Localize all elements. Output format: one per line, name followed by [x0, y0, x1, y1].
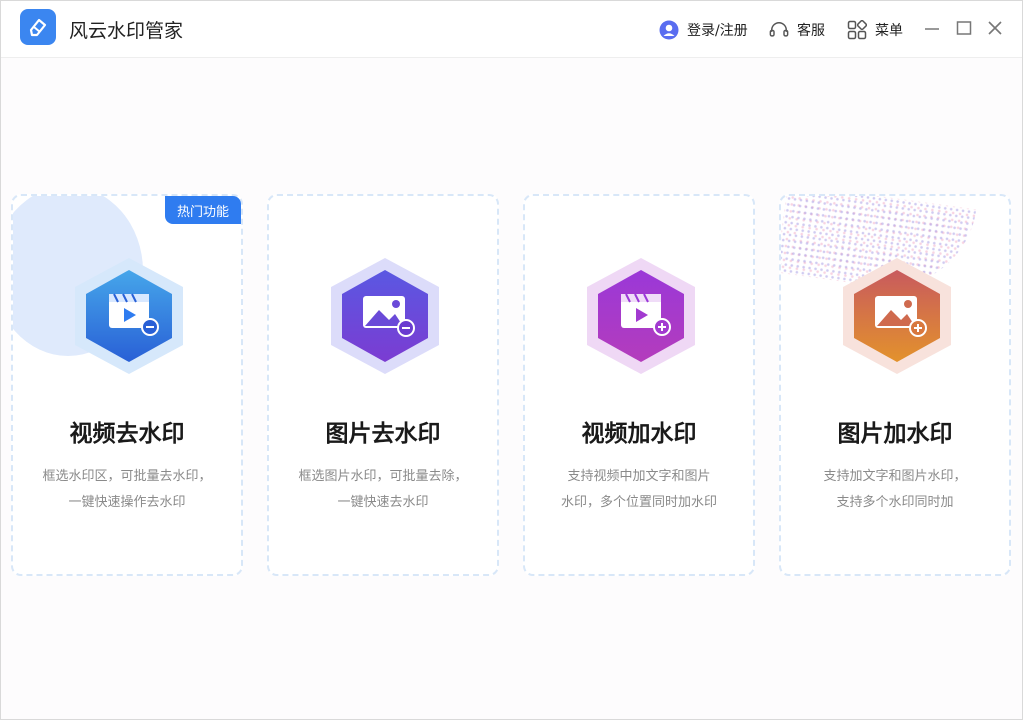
menu-button[interactable]: 菜单	[847, 18, 903, 42]
hot-feature-badge: 热门功能	[165, 196, 241, 224]
card-video-remove-watermark[interactable]: 热门功能 视频去水印 框选水印区，可批量去水印， 一键快速操作去水印	[11, 194, 243, 576]
app-title: 风云水印管家	[69, 20, 184, 42]
maximize-button[interactable]	[955, 19, 973, 37]
login-register-button[interactable]: 登录/注册	[659, 18, 748, 42]
card-title: 视频去水印	[69, 421, 185, 447]
card-video-add-watermark[interactable]: 视频加水印 支持视频中加文字和图片 水印，多个位置同时加水印	[523, 194, 755, 576]
app-logo-icon	[20, 9, 56, 45]
card-description-line: 一键快速操作去水印	[68, 495, 186, 510]
card-description-line: 框选水印区，可批量去水印，	[42, 469, 212, 484]
card-title: 视频加水印	[581, 421, 697, 447]
customer-service-button[interactable]: 客服	[769, 18, 825, 42]
image-remove-icon	[327, 256, 443, 376]
customer-service-label: 客服	[797, 23, 825, 39]
card-description: 框选图片水印，可批量去除， 一键快速去水印	[293, 464, 473, 516]
card-description: 支持加文字和图片水印， 支持多个水印同时加	[805, 464, 985, 516]
app-window: 风云水印管家 登录/注册 客服 菜单 热门功能 视频去水印 框选水印区，可批量去…	[0, 0, 1023, 720]
user-icon	[659, 20, 679, 40]
video-add-icon	[583, 256, 699, 376]
card-title: 图片去水印	[325, 421, 441, 447]
login-register-label: 登录/注册	[687, 23, 748, 39]
grid-menu-icon	[847, 20, 867, 40]
card-image-remove-watermark[interactable]: 图片去水印 框选图片水印，可批量去除， 一键快速去水印	[267, 194, 499, 576]
card-description-line: 一键快速去水印	[337, 495, 429, 510]
card-description-line: 支持多个水印同时加	[836, 495, 954, 510]
card-description-line: 水印，多个位置同时加水印	[560, 495, 717, 510]
minimize-button[interactable]	[923, 19, 941, 37]
card-title: 图片加水印	[837, 421, 953, 447]
close-button[interactable]	[986, 19, 1004, 37]
card-description-line: 框选图片水印，可批量去除，	[298, 469, 468, 484]
card-image-add-watermark[interactable]: 图片加水印 支持加文字和图片水印， 支持多个水印同时加	[779, 194, 1011, 576]
image-add-icon	[839, 256, 955, 376]
card-description: 框选水印区，可批量去水印， 一键快速操作去水印	[37, 464, 217, 516]
video-remove-icon	[71, 256, 187, 376]
card-description-line: 支持加文字和图片水印，	[823, 469, 967, 484]
menu-label: 菜单	[875, 23, 903, 39]
card-description: 支持视频中加文字和图片 水印，多个位置同时加水印	[549, 464, 729, 516]
title-bar: 风云水印管家 登录/注册 客服 菜单	[1, 1, 1022, 58]
card-description-line: 支持视频中加文字和图片	[567, 469, 711, 484]
headset-icon	[769, 20, 789, 40]
